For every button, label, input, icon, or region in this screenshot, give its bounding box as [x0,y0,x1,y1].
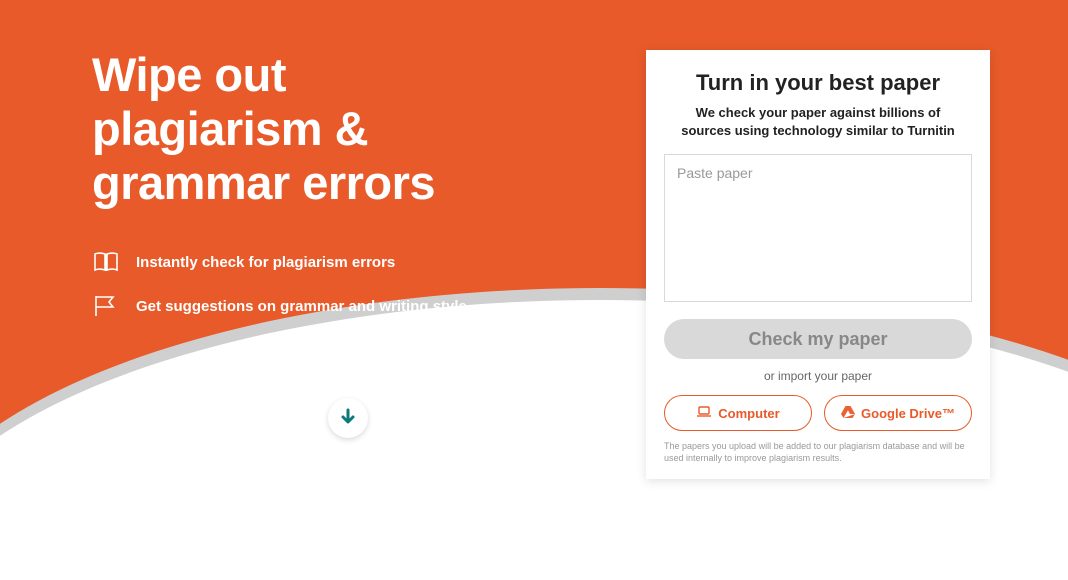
book-icon [92,248,120,276]
scroll-down-button[interactable] [328,398,368,438]
feature-grammar: Get suggestions on grammar and writing s… [92,292,592,320]
panel-subtitle: We check your paper against billions of … [664,104,972,140]
panel-title: Turn in your best paper [664,70,972,96]
arrow-down-icon [339,407,357,430]
hero-content: Wipe out plagiarism & grammar errors Ins… [92,48,592,336]
check-panel: Turn in your best paper We check your pa… [646,50,990,479]
gdrive-button-label: Google Drive™ [861,406,955,421]
laptop-icon [696,406,712,421]
paste-paper-textarea[interactable] [664,154,972,302]
import-gdrive-button[interactable]: Google Drive™ [824,395,972,431]
import-buttons-row: Computer Google Drive™ [664,395,972,431]
check-paper-button[interactable]: Check my paper [664,319,972,359]
import-computer-button[interactable]: Computer [664,395,812,431]
hero-headline: Wipe out plagiarism & grammar errors [92,48,592,210]
disclaimer-text: The papers you upload will be added to o… [664,441,972,464]
feature-plagiarism-text: Instantly check for plagiarism errors [136,254,395,271]
or-import-text: or import your paper [664,369,972,383]
computer-button-label: Computer [718,406,779,421]
feature-plagiarism: Instantly check for plagiarism errors [92,248,592,276]
headline-line-2: plagiarism & [92,102,368,155]
headline-line-1: Wipe out [92,48,286,101]
flag-icon [92,292,120,320]
headline-line-3: grammar errors [92,156,435,209]
gdrive-icon [841,406,855,421]
feature-grammar-text: Get suggestions on grammar and writing s… [136,298,467,315]
